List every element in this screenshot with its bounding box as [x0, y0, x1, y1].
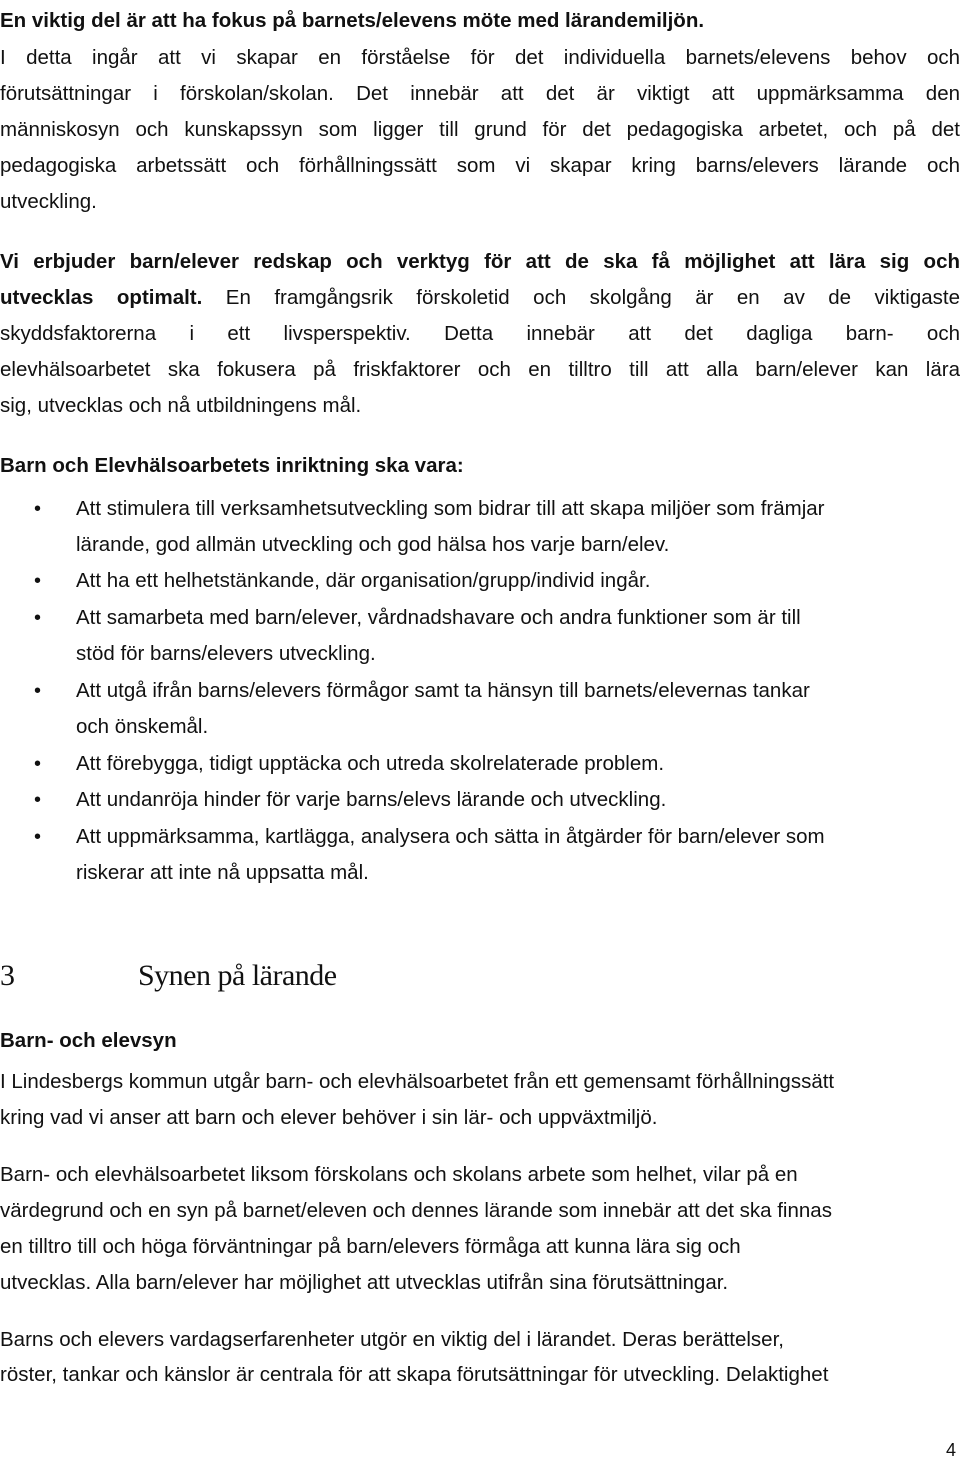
- list-item-line: Att stimulera till verksamhetsutveckling…: [76, 497, 825, 520]
- list-item-line: Att ha ett helhetstänkande, där organisa…: [76, 569, 651, 592]
- list-item-line: Att utgå ifrån barns/elevers förmågor sa…: [76, 679, 810, 702]
- bullet-icon: •: [34, 789, 42, 811]
- paragraph-line: värdegrund och en syn på barnet/eleven o…: [0, 1199, 832, 1222]
- list-item-line: och önskemål.: [76, 715, 209, 738]
- bold-statement-line: Vi erbjuder barn/elever redskap och verk…: [0, 250, 960, 273]
- paragraph-text: En framgångsrik förskoletid och skolgång…: [202, 286, 960, 309]
- paragraph-line: förutsättningar i förskolan/skolan. Det …: [0, 82, 960, 105]
- bullet-icon: •: [34, 498, 42, 520]
- paragraph-line: kring vad vi anser att barn och elever b…: [0, 1106, 658, 1129]
- list-item-line: Att undanröja hinder för varje barns/ele…: [76, 788, 667, 811]
- paragraph-line: elevhälsoarbetet ska fokusera på friskfa…: [0, 358, 960, 381]
- paragraph-line: skyddsfaktorerna i ett livsperspektiv. D…: [0, 322, 960, 345]
- paragraph-line: utveckling.: [0, 190, 97, 213]
- list-item-line: Att uppmärksamma, kartlägga, analysera o…: [76, 825, 825, 848]
- paragraph-line: I detta ingår att vi skapar en förståels…: [0, 46, 960, 69]
- bullet-icon: •: [34, 826, 42, 848]
- paragraph-line: I Lindesbergs kommun utgår barn- och ele…: [0, 1070, 835, 1093]
- paragraph-line: röster, tankar och känslor är centrala f…: [0, 1363, 829, 1386]
- list-item-line: Att förebygga, tidigt upptäcka och utred…: [76, 752, 665, 775]
- section-number: 3: [0, 959, 15, 992]
- bullet-icon: •: [34, 753, 42, 775]
- bullet-icon: •: [34, 607, 42, 629]
- paragraph-line: en tilltro till och höga förväntningar p…: [0, 1235, 741, 1258]
- paragraph-line: Barn- och elevhälsoarbetet liksom försko…: [0, 1163, 798, 1186]
- bold-statement-end: utvecklas optimalt.: [0, 286, 203, 309]
- subheading: Barn- och elevsyn: [0, 1029, 177, 1052]
- list-item-line: stöd för barns/elevers utveckling.: [76, 642, 376, 665]
- bullet-icon: •: [34, 570, 42, 592]
- paragraph-line: sig, utvecklas och nå utbildningens mål.: [0, 394, 362, 417]
- list-heading: Barn och Elevhälsoarbetets inriktning sk…: [0, 454, 464, 477]
- paragraph-line: utvecklas optimalt. En framgångsrik förs…: [0, 285, 960, 311]
- list-item-line: riskerar att inte nå uppsatta mål.: [76, 861, 369, 884]
- list-item-line: lärande, god allmän utveckling och god h…: [76, 533, 670, 556]
- bullet-icon: •: [34, 680, 42, 702]
- section-title: Synen på lärande: [138, 959, 337, 992]
- paragraph-line: människosyn och kunskapssyn som ligger t…: [0, 118, 960, 141]
- list-item-line: Att samarbeta med barn/elever, vårdnadsh…: [76, 606, 801, 629]
- paragraph-line: utvecklas. Alla barn/elever har möjlighe…: [0, 1271, 729, 1294]
- page-number: 4: [945, 1440, 956, 1460]
- lead-bold-sentence: En viktig del är att ha fokus på barnets…: [0, 9, 705, 32]
- paragraph-line: Barns och elevers vardagserfarenheter ut…: [0, 1328, 784, 1351]
- paragraph-line: pedagogiska arbetssätt och förhållningss…: [0, 154, 960, 177]
